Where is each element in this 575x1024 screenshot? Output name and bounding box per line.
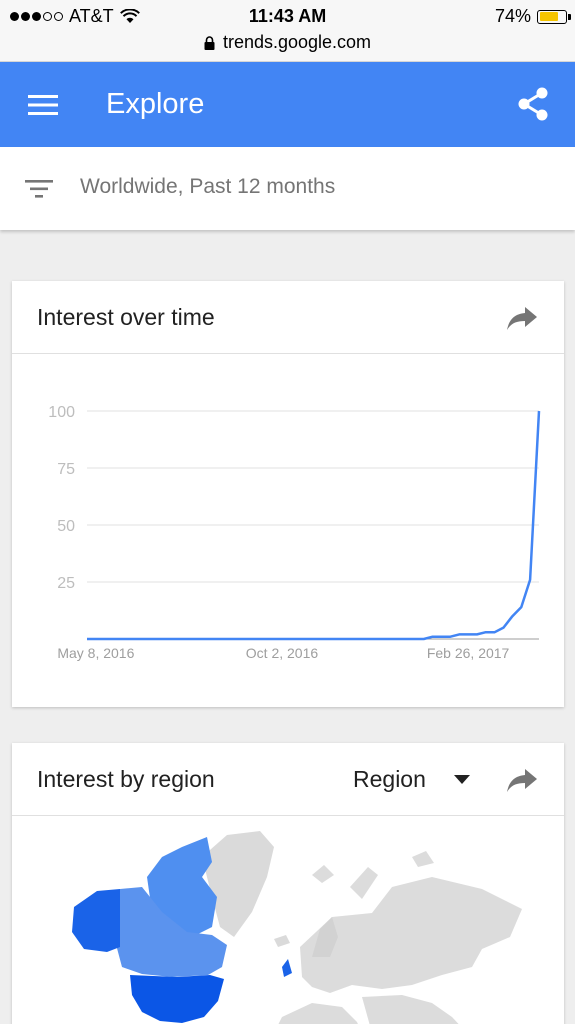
- y-tick-label: 75: [57, 461, 75, 478]
- card-title: Interest over time: [37, 304, 215, 330]
- x-tick-label: May 8, 2016: [57, 645, 134, 661]
- map-region-svalbard: [312, 865, 334, 883]
- app-bar: Explore: [0, 62, 575, 147]
- page-title: Explore: [106, 88, 205, 120]
- x-tick-label: Feb 26, 2017: [427, 645, 510, 661]
- map-region-iceland: [274, 935, 290, 947]
- world-map-graphic: [72, 831, 522, 1024]
- interest-by-region-card: Interest by region Region: [12, 743, 564, 1024]
- map-region-novaya-zemlya: [350, 867, 378, 899]
- share-icon: [518, 87, 548, 121]
- share-button[interactable]: [511, 82, 555, 126]
- battery-percent: 74%: [494, 6, 531, 26]
- battery-area: 74%: [494, 6, 571, 27]
- y-tick-label: 100: [48, 404, 75, 421]
- filter-icon[interactable]: [24, 174, 54, 204]
- map-region-arctic-islands: [412, 851, 434, 867]
- clock: 11:43 AM: [248, 6, 327, 26]
- y-tick-label: 50: [57, 518, 75, 535]
- filter-bar[interactable]: Worldwide, Past 12 months: [0, 147, 575, 230]
- address-bar[interactable]: trends.google.com: [0, 32, 575, 53]
- share-arrow-icon[interactable]: [506, 303, 538, 333]
- share-arrow-icon[interactable]: [506, 765, 538, 795]
- menu-icon: [28, 95, 58, 115]
- lock-icon: [204, 35, 215, 50]
- map-region-asia-south: [362, 995, 459, 1024]
- line-chart: 100 75 50 25 May 8, 2016 Oct 2, 2016 Feb 26, 2…: [12, 355, 564, 707]
- region-dropdown-value: Region: [353, 766, 426, 792]
- card-title: Interest by region: [37, 766, 215, 792]
- battery-icon: [537, 9, 571, 24]
- menu-button[interactable]: [22, 84, 64, 126]
- y-tick-label: 25: [57, 575, 75, 592]
- interest-over-time-card: Interest over time 100 75 50 25 May 8, 2016 O…: [12, 281, 564, 707]
- url-text: trends.google.com: [222, 32, 372, 52]
- filter-summary[interactable]: Worldwide, Past 12 months: [80, 175, 335, 199]
- map-region-usa: [130, 975, 224, 1023]
- world-map[interactable]: [12, 817, 564, 1024]
- dropdown-arrow-icon: [453, 775, 470, 784]
- map-region-africa: [278, 1003, 358, 1024]
- region-dropdown[interactable]: Region: [353, 766, 470, 793]
- card-header: Interest by region Region: [12, 743, 564, 816]
- x-tick-label: Oct 2, 2016: [246, 645, 319, 661]
- map-region-uk: [282, 959, 292, 977]
- status-bar: AT&T 11:43 AM 74% trends.google.com: [0, 0, 575, 62]
- map-region-alaska: [72, 889, 120, 952]
- card-header: Interest over time: [12, 281, 564, 354]
